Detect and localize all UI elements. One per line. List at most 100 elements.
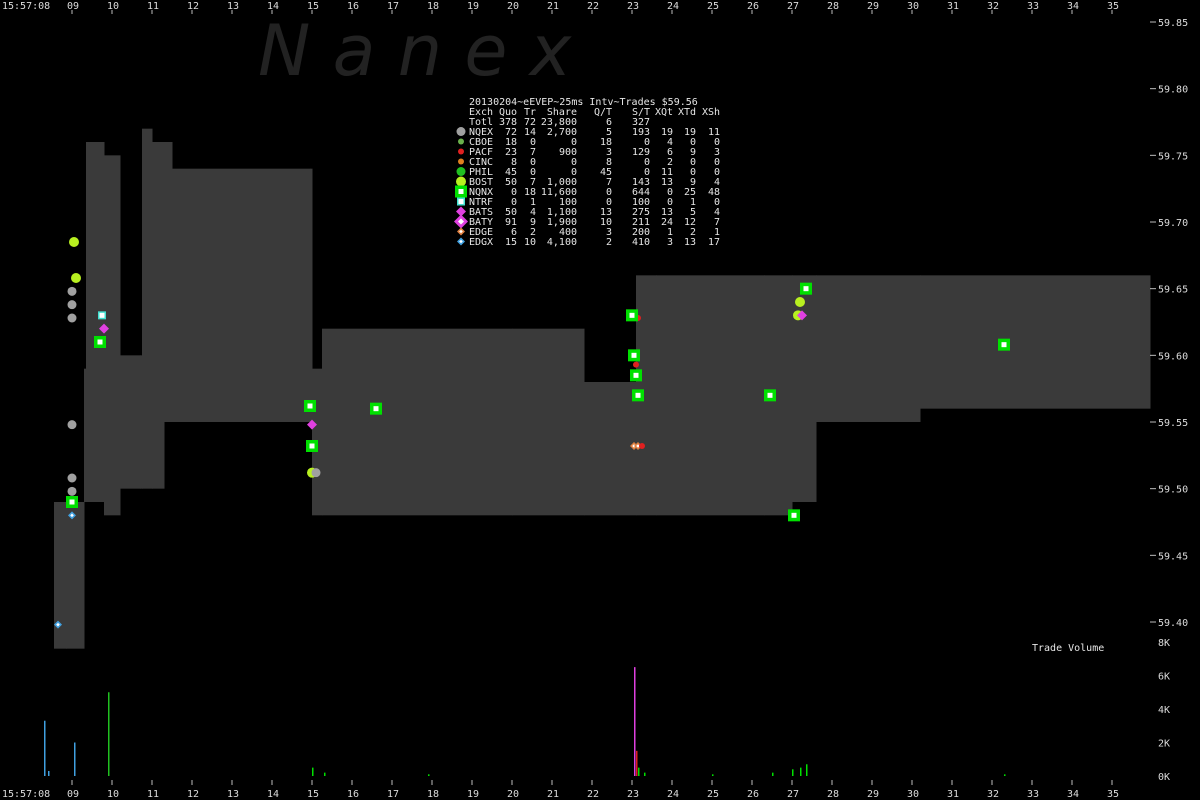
quote-marker-bost-shape xyxy=(795,297,805,307)
x-tick-label-bottom: 17 xyxy=(387,789,399,800)
x-tick-label-top: 28 xyxy=(827,1,839,12)
quote-marker-nqex xyxy=(67,486,77,496)
volume-bar xyxy=(800,767,802,776)
legend-marker-cboe xyxy=(458,138,464,145)
quote-marker-nqnx xyxy=(764,389,776,402)
x-tick-label-bottom: 22 xyxy=(587,789,599,800)
quote-marker-bost-shape xyxy=(71,273,81,283)
quote-marker-nqex xyxy=(67,286,77,296)
table-row-edgx-cell: EDGX xyxy=(469,237,493,248)
time-label-top: 15:57:08 xyxy=(2,1,50,12)
quote-marker-nqnx-center xyxy=(803,286,809,292)
legend-marker-nqex xyxy=(456,127,466,136)
quote-marker-nqnx-center xyxy=(307,403,313,409)
table-row-edgx-cell: 4,100 xyxy=(547,237,577,248)
nbbo-band-segment xyxy=(54,502,67,649)
x-tick-label-bottom: 28 xyxy=(827,789,839,800)
legend-marker-ntrf xyxy=(457,197,465,206)
volume-bar xyxy=(634,667,636,776)
quote-marker-nqex xyxy=(67,300,77,310)
volume-bar xyxy=(1004,774,1006,776)
quote-marker-nqex xyxy=(67,420,77,430)
x-tick-label-bottom: 32 xyxy=(987,789,999,800)
x-tick-label-top: 10 xyxy=(107,1,119,12)
volume-bar xyxy=(772,772,774,776)
quote-marker-nqex-shape xyxy=(67,286,77,296)
quote-marker-nqnx xyxy=(632,389,644,402)
nbbo-band-segment xyxy=(656,275,765,516)
x-tick-label-bottom: 33 xyxy=(1027,789,1039,800)
table-row-edgx-cell: 17 xyxy=(708,237,720,248)
nbbo-band-segment xyxy=(86,142,105,502)
x-tick-label-bottom: 31 xyxy=(947,789,959,800)
nbbo-band-segment xyxy=(816,275,921,422)
quote-marker-nqnx xyxy=(628,349,640,362)
volume-bar xyxy=(636,750,638,776)
quote-marker-nqnx xyxy=(94,336,106,348)
y-tick-label: 59.75 xyxy=(1158,151,1188,162)
x-tick-label-top: 13 xyxy=(227,1,239,12)
x-tick-label-bottom: 26 xyxy=(747,789,759,800)
volume-tick-label: 6K xyxy=(1158,672,1170,683)
volume-bar xyxy=(806,764,808,776)
nbbo-band-segment xyxy=(584,382,637,516)
nbbo-band-segment xyxy=(104,155,121,516)
volume-bar xyxy=(792,769,794,776)
quote-marker-pacf-shape xyxy=(639,443,645,449)
x-tick-label-bottom: 11 xyxy=(147,789,159,800)
table-row-edgx-cell: 10 xyxy=(524,237,536,248)
quote-marker-nqnx-center xyxy=(69,499,75,505)
x-tick-label-top: 15 xyxy=(307,1,319,12)
x-tick-label-bottom: 29 xyxy=(867,789,879,800)
legend-marker-pacf-shape xyxy=(458,148,464,155)
quote-marker-nqnx xyxy=(304,400,316,412)
legend-marker-cinc-shape xyxy=(458,158,464,165)
x-tick-label-bottom: 18 xyxy=(427,789,439,800)
legend-marker-cinc xyxy=(458,158,464,165)
quote-marker-nqnx xyxy=(626,309,638,322)
volume-bar xyxy=(312,767,314,776)
table-row-edgx-cell: 15 xyxy=(505,237,517,248)
quote-marker-nqnx-center xyxy=(629,312,635,318)
x-tick-label-top: 32 xyxy=(987,1,999,12)
volume-tick-label: 8K xyxy=(1158,638,1170,649)
volume-bar xyxy=(428,774,430,776)
x-tick-label-top: 25 xyxy=(707,1,719,12)
volume-bar xyxy=(74,742,76,776)
time-label-bottom: 15:57:08 xyxy=(2,789,50,800)
volume-bar xyxy=(644,772,646,776)
quote-marker-bost-shape xyxy=(69,237,79,247)
volume-label: Trade Volume xyxy=(1032,643,1104,654)
legend-marker-bost-shape xyxy=(456,176,466,187)
quote-marker-pacf xyxy=(633,361,639,368)
x-tick-label-bottom: 20 xyxy=(507,789,519,800)
x-tick-label-bottom: 23 xyxy=(627,789,639,800)
x-tick-label-bottom: 10 xyxy=(107,789,119,800)
nbbo-band-segment xyxy=(920,275,1151,409)
x-tick-label-top: 24 xyxy=(667,1,679,12)
volume-bar xyxy=(44,720,46,776)
quote-marker-nqex-shape xyxy=(67,300,77,310)
table-row-edgx-cell: 13 xyxy=(684,237,696,248)
x-tick-label-top: 30 xyxy=(907,1,919,12)
quote-marker-nqnx xyxy=(630,369,642,382)
table-row-edgx-cell: 2 xyxy=(606,237,612,248)
quote-marker-nqnx-center xyxy=(635,392,641,398)
nbbo-band-segment xyxy=(120,355,141,489)
x-tick-label-bottom: 09 xyxy=(67,789,79,800)
table-header-row-cell: XQt xyxy=(655,107,673,118)
x-tick-label-top: 11 xyxy=(147,1,159,12)
x-tick-label-top: 09 xyxy=(67,1,79,12)
quote-marker-nqnx xyxy=(998,338,1010,351)
x-tick-label-bottom: 34 xyxy=(1067,789,1079,800)
y-tick-label: 59.45 xyxy=(1158,551,1188,562)
legend-marker-nqnx xyxy=(455,185,467,198)
nbbo-band-segment xyxy=(142,128,153,489)
quote-marker-pacf-shape xyxy=(633,361,639,368)
y-tick-label: 59.40 xyxy=(1158,618,1188,629)
x-tick-label-top: 21 xyxy=(547,1,559,12)
y-tick-label: 59.85 xyxy=(1158,18,1188,29)
quote-marker-nqex xyxy=(67,313,77,323)
legend-marker-bost xyxy=(456,176,466,187)
volume-tick-label: 2K xyxy=(1158,739,1170,750)
